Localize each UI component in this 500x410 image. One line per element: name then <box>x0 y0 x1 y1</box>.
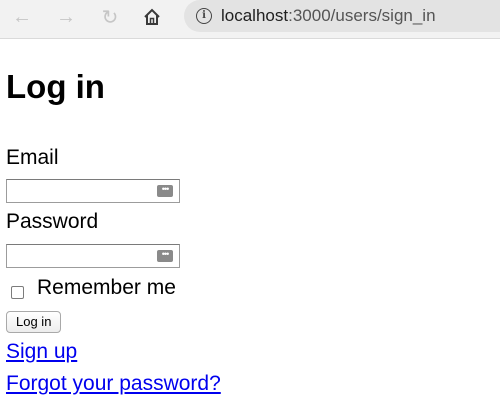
back-arrow-icon[interactable]: ← <box>8 3 36 31</box>
browser-toolbar: ← → ↻ i localhost:3000/users/sign_in <box>0 0 500 39</box>
reload-icon[interactable]: ↻ <box>96 3 124 31</box>
password-label: Password <box>6 210 99 233</box>
url-host: localhost <box>221 6 289 25</box>
home-icon[interactable] <box>138 3 166 31</box>
url-path: :3000/users/sign_in <box>288 6 436 25</box>
password-manager-icon[interactable]: ••• <box>157 250 173 262</box>
forward-arrow-icon[interactable]: → <box>52 3 80 31</box>
email-field[interactable]: ••• <box>6 179 180 203</box>
sign-up-link[interactable]: Sign up <box>6 339 77 365</box>
remember-me-label[interactable]: Remember me <box>37 275 176 301</box>
page-title: Log in <box>6 68 105 105</box>
home-glyph-icon <box>144 8 160 25</box>
remember-me-checkbox[interactable] <box>11 286 24 299</box>
site-info-icon[interactable]: i <box>196 8 212 24</box>
password-manager-icon[interactable]: ••• <box>157 185 173 197</box>
password-field[interactable]: ••• <box>6 244 180 268</box>
log-in-button[interactable]: Log in <box>6 311 62 333</box>
address-bar[interactable]: i localhost:3000/users/sign_in <box>184 0 500 32</box>
page-content: Log in Email ••• Password ••• Remember m… <box>0 39 500 410</box>
email-label: Email <box>6 146 59 169</box>
forgot-password-link[interactable]: Forgot your password? <box>6 371 221 397</box>
